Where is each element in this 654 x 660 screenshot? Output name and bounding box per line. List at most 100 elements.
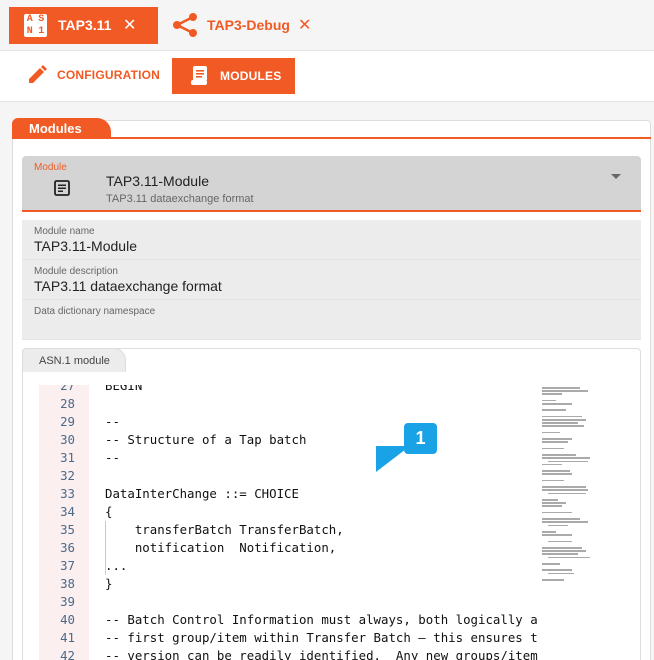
minimap-line	[542, 502, 566, 504]
code-line: 28	[39, 395, 538, 413]
module-select-label: Module	[34, 162, 67, 173]
pencil-icon	[29, 65, 47, 83]
minimap-line	[542, 409, 566, 411]
module-description-label: Module description	[34, 266, 118, 277]
minimap-line	[542, 463, 562, 466]
code-line: 38}	[39, 575, 538, 593]
code-line: 37...	[39, 557, 538, 575]
minimap-line	[542, 521, 588, 523]
close-icon[interactable]: ✕	[123, 15, 136, 35]
minimap-line	[542, 563, 560, 565]
line-number: 39	[60, 594, 75, 609]
modules-button[interactable]: MODULES	[172, 58, 295, 94]
code-line: 31 --	[39, 449, 538, 467]
line-content: -- Structure of a Tap batch	[105, 432, 307, 447]
minimap-line	[548, 572, 574, 575]
line-number: 27	[60, 385, 75, 393]
code-line: 42 -- version can be readily identified. …	[39, 647, 538, 660]
minimap-line	[542, 473, 572, 475]
minimap-line	[542, 425, 584, 427]
line-number: 40	[60, 612, 75, 627]
line-content: -- first group/item within Transfer Batc…	[105, 630, 538, 645]
minimap-line	[542, 422, 578, 424]
minimap-line	[542, 390, 588, 392]
line-content: --	[105, 450, 120, 465]
code-line: 36 notification Notification,	[39, 539, 538, 557]
minimap-line	[542, 403, 572, 405]
chevron-down-icon[interactable]	[611, 174, 621, 179]
tab-tap3-debug[interactable]: TAP3-Debug	[207, 17, 290, 33]
module-description-field[interactable]: Module description TAP3.11 dataexchange …	[22, 260, 641, 300]
line-content: -- Batch Control Information must always…	[105, 612, 538, 627]
minimap-line	[542, 547, 582, 549]
line-content: BEGIN	[105, 385, 143, 393]
module-select-value: TAP3.11-Module	[106, 173, 209, 189]
configuration-button[interactable]: CONFIGURATION	[27, 65, 160, 85]
code-line: 35 transferBatch TransferBatch,	[39, 521, 538, 539]
line-number: 37	[60, 558, 75, 573]
minimap-line	[542, 457, 590, 459]
line-number: 34	[60, 504, 75, 519]
document-tab-bar: A S N 1 TAP3.11 ✕ TAP3-Debug ✕	[0, 0, 654, 51]
minimap-line	[542, 550, 586, 552]
minimap-line	[548, 540, 572, 543]
minimap-line	[542, 486, 586, 488]
minimap-line	[542, 415, 582, 418]
minimap-line	[542, 534, 572, 536]
minimap-line	[542, 489, 588, 491]
minimap-line	[542, 470, 570, 472]
minimap-line	[542, 454, 576, 456]
minimap-line	[542, 579, 564, 581]
callout-badge: 1	[404, 423, 437, 454]
code-line: 27 BEGIN	[39, 385, 538, 395]
data-dictionary-namespace-field[interactable]: Data dictionary namespace	[22, 300, 641, 340]
line-number: 33	[60, 486, 75, 501]
code-line: 40 -- Batch Control Information must alwa…	[39, 611, 538, 629]
line-number: 41	[60, 630, 75, 645]
line-content: notification Notification,	[105, 540, 337, 555]
minimap-line	[542, 387, 580, 389]
code-line: 29 --	[39, 413, 538, 431]
minimap-line	[542, 505, 562, 507]
line-content: -- version can be readily identified. An…	[105, 648, 538, 660]
line-number: 30	[60, 432, 75, 447]
line-number: 36	[60, 540, 75, 555]
tab-tap3-11[interactable]: A S N 1 TAP3.11 ✕	[9, 7, 158, 44]
indent-guide	[105, 521, 106, 575]
module-name-value: TAP3.11-Module	[34, 238, 137, 254]
asn1-logo-icon: A S N 1	[24, 14, 47, 37]
minimap-line	[548, 492, 586, 495]
code-line: 32	[39, 467, 538, 485]
module-name-field[interactable]: Module name TAP3.11-Module	[22, 220, 641, 260]
code-line: 39	[39, 593, 538, 611]
code-minimap[interactable]	[540, 385, 606, 585]
line-content: transferBatch TransferBatch,	[105, 522, 344, 537]
line-number: 29	[60, 414, 75, 429]
minimap-line	[542, 531, 556, 533]
minimap-line	[542, 511, 572, 514]
tab-label: TAP3.11	[58, 17, 112, 33]
code-editor[interactable]: 27 BEGIN 28 29 -- 30 -- Structure of a Tap bat…	[39, 385, 538, 660]
minimap-line	[542, 479, 564, 482]
logo-letter: A	[26, 14, 33, 25]
modules-label: MODULES	[220, 69, 282, 83]
minimap-line	[542, 499, 558, 501]
line-number: 31	[60, 450, 75, 465]
line-content: DataInterChange ::= CHOICE	[105, 486, 299, 501]
module-select[interactable]: Module TAP3.11-Module TAP3.11 dataexchan…	[22, 156, 641, 212]
data-dictionary-namespace-label: Data dictionary namespace	[34, 306, 156, 317]
panel-title: Modules	[12, 118, 111, 139]
scroll-icon	[191, 66, 207, 85]
minimap-line	[542, 447, 564, 450]
minimap-line	[542, 431, 560, 434]
code-line: 41 -- first group/item within Transfer Ba…	[39, 629, 538, 647]
line-content: --	[105, 414, 120, 429]
minimap-line	[542, 393, 562, 395]
close-icon[interactable]: ✕	[298, 15, 311, 35]
line-number: 35	[60, 522, 75, 537]
code-line: 34 {	[39, 503, 538, 521]
line-content: }	[105, 576, 113, 591]
module-select-description: TAP3.11 dataexchange format	[106, 193, 254, 205]
document-list-icon	[54, 180, 70, 196]
tab-asn1-module[interactable]: ASN.1 module	[22, 348, 126, 372]
